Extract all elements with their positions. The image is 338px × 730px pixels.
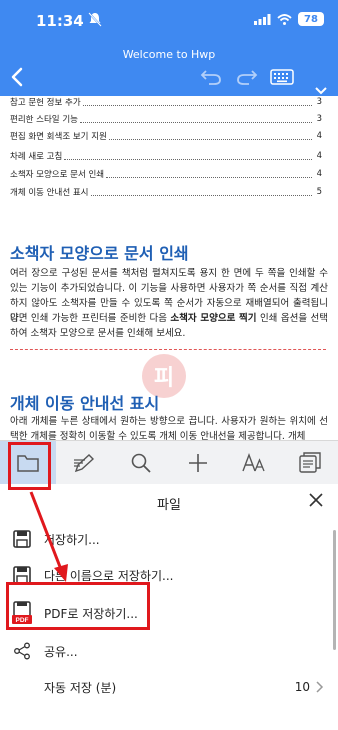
annotation-arrow	[29, 491, 68, 582]
